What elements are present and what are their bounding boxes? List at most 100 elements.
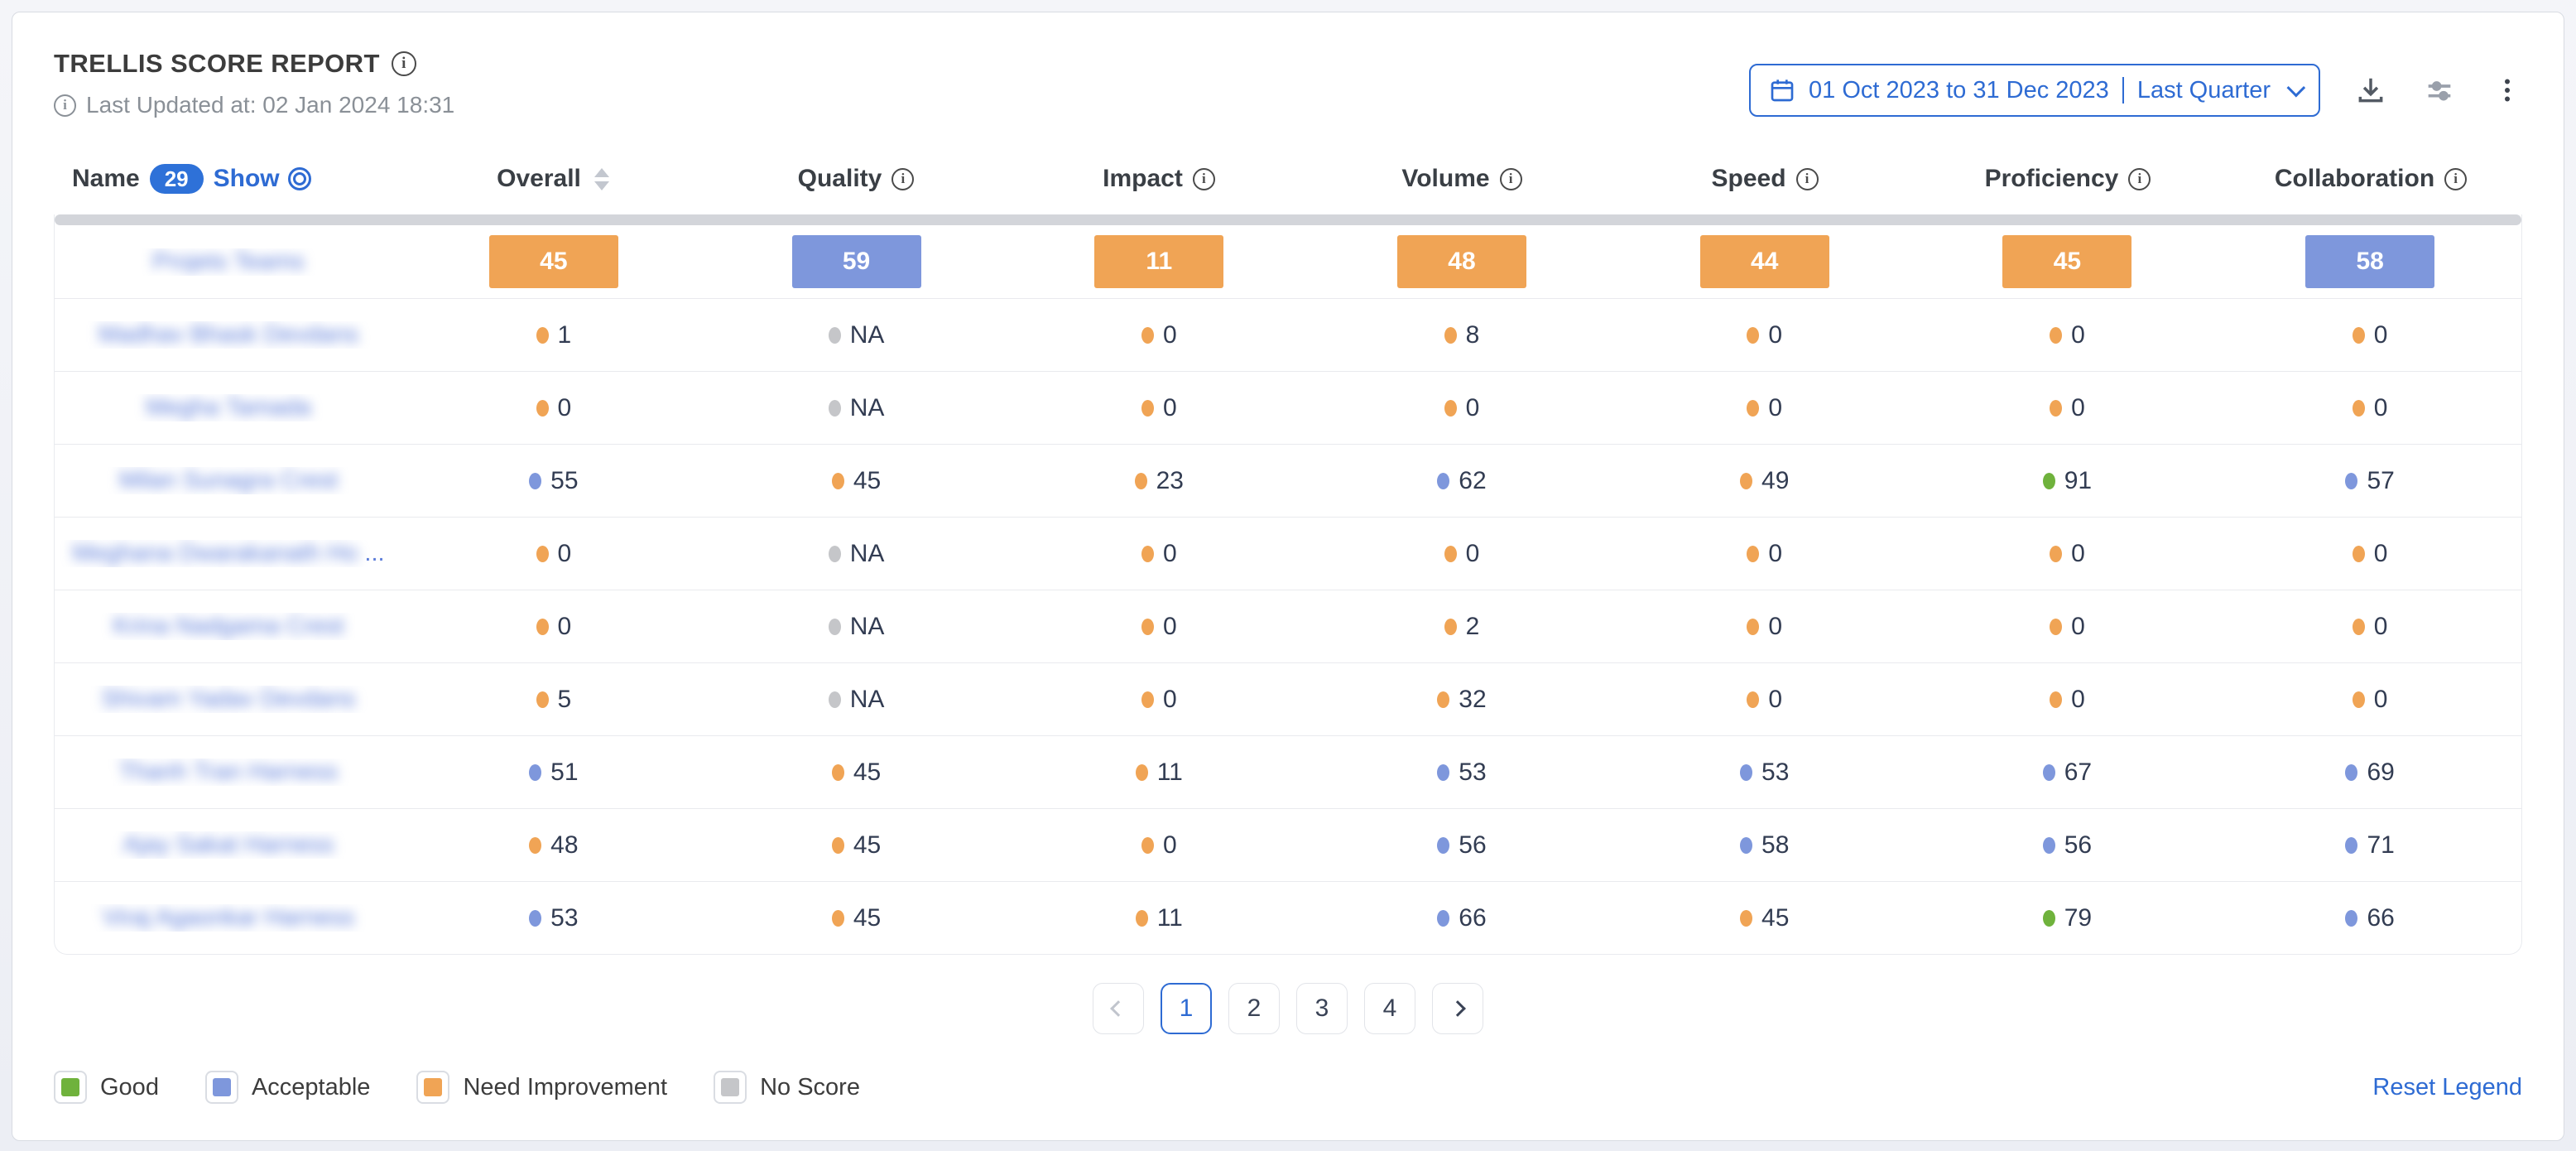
pagination-page-4[interactable]: 4 <box>1364 983 1415 1034</box>
row-name-link[interactable]: Madhav Bhask Devdans <box>55 321 402 349</box>
legend-item-acceptable[interactable]: Acceptable <box>205 1071 371 1104</box>
score-dot-need-improvement <box>1141 691 1154 708</box>
column-info-icon[interactable]: i <box>1796 168 1819 190</box>
score-value: 62 <box>1459 467 1486 495</box>
score-dot-need-improvement <box>536 327 549 344</box>
legend-bar: Good Acceptable Need Improvement No Score R… <box>54 1071 2522 1104</box>
score-value: 45 <box>853 759 881 787</box>
trellis-score-report-card: TRELLIS SCORE REPORT i i Last Updated at… <box>12 12 2564 1141</box>
score-cell: 71 <box>2218 831 2521 860</box>
score-value: 69 <box>2367 759 2394 787</box>
score-value: 79 <box>2064 904 2092 932</box>
pagination-page-2[interactable]: 2 <box>1228 983 1280 1034</box>
score-dot-need-improvement <box>1747 619 1759 635</box>
legend-checkbox[interactable] <box>54 1071 87 1104</box>
score-cell: 0 <box>1613 394 1916 422</box>
score-cell: 56 <box>1310 831 1613 860</box>
table-row: Milan Sunagra Crest55452362499157 <box>55 444 2521 517</box>
legend-item-no-score[interactable]: No Score <box>714 1071 860 1104</box>
score-cell: 45 <box>705 831 1008 860</box>
row-name-link[interactable]: Megha Tamada <box>55 394 402 421</box>
column-header-label: Overall <box>497 165 581 193</box>
column-info-icon[interactable]: i <box>892 168 914 190</box>
score-value: 0 <box>558 613 572 641</box>
column-header-impact: Impacti <box>1007 165 1310 193</box>
date-range-text: 01 Oct 2023 to 31 Dec 2023 <box>1809 77 2109 104</box>
row-name-link[interactable]: Meghana Dwarakanath Ho ... <box>55 540 402 567</box>
score-value: 91 <box>2064 467 2092 495</box>
sort-down-caret <box>594 181 609 190</box>
score-value: NA <box>850 321 885 349</box>
score-dot-need-improvement <box>2050 546 2062 562</box>
table-row: Projets Teams45591148444558 <box>55 225 2521 298</box>
score-cell: 8 <box>1310 321 1613 349</box>
reset-legend-link[interactable]: Reset Legend <box>2372 1074 2522 1101</box>
score-dot-need-improvement <box>2353 546 2365 562</box>
score-value: 56 <box>2064 831 2092 860</box>
row-name-link[interactable]: Thanh Tran Harness <box>55 759 402 786</box>
show-names-button[interactable]: Show <box>214 165 311 193</box>
score-dot-need-improvement <box>1444 400 1457 417</box>
score-value: NA <box>850 540 885 568</box>
row-name-link[interactable]: Projets Teams <box>55 248 402 276</box>
score-cell: 0 <box>1007 613 1310 641</box>
table-row: Viraj Agaonkar Harness53451166457966 <box>55 881 2521 954</box>
score-value: 0 <box>1163 831 1177 860</box>
download-button[interactable] <box>2355 75 2386 106</box>
column-info-icon[interactable]: i <box>2128 168 2151 190</box>
score-cell: 48 <box>1310 235 1613 288</box>
score-cell: 56 <box>1916 831 2219 860</box>
legend-item-need-improvement[interactable]: Need Improvement <box>416 1071 667 1104</box>
column-info-icon[interactable]: i <box>1500 168 1522 190</box>
calendar-icon <box>1769 77 1795 104</box>
score-dot-need-improvement <box>2353 327 2365 344</box>
sort-icon[interactable] <box>594 168 609 190</box>
score-dot-no-score <box>829 619 841 635</box>
score-value: 66 <box>2367 904 2394 932</box>
score-cell: 66 <box>1310 904 1613 932</box>
row-name-text: Projets Teams <box>152 248 304 275</box>
row-name-link[interactable]: Shivam Yadav Devdans <box>55 686 402 713</box>
date-range-picker[interactable]: 01 Oct 2023 to 31 Dec 2023 Last Quarter <box>1749 64 2320 117</box>
score-value: 32 <box>1459 686 1486 714</box>
row-name-link[interactable]: Milan Sunagra Crest <box>55 467 402 494</box>
pagination-page-3[interactable]: 3 <box>1296 983 1348 1034</box>
title-info-icon[interactable]: i <box>392 51 416 76</box>
score-value: 45 <box>853 904 881 932</box>
score-value: 0 <box>1768 394 1782 422</box>
score-value: 49 <box>1761 467 1789 495</box>
score-cell: 11 <box>1007 904 1310 932</box>
score-cell: 62 <box>1310 467 1613 495</box>
last-updated-info-icon: i <box>54 94 76 117</box>
pagination-next-button[interactable] <box>1432 983 1483 1034</box>
legend-item-good[interactable]: Good <box>54 1071 159 1104</box>
more-options-button[interactable] <box>2492 75 2522 105</box>
score-cell: 79 <box>1916 904 2219 932</box>
score-dot-need-improvement <box>1135 473 1147 489</box>
horizontal-scrollbar[interactable] <box>55 214 2521 225</box>
column-info-icon[interactable]: i <box>1193 168 1215 190</box>
widget-settings-button[interactable] <box>2423 74 2456 107</box>
row-name-link[interactable]: Ajay Sakat Harness <box>55 831 402 859</box>
score-badge: 48 <box>1397 235 1526 288</box>
score-cell: 0 <box>1007 394 1310 422</box>
legend-checkbox[interactable] <box>205 1071 238 1104</box>
sliders-icon <box>2423 74 2456 107</box>
column-header-overall[interactable]: Overall <box>401 165 704 193</box>
score-value: 0 <box>1466 394 1480 422</box>
column-info-icon[interactable]: i <box>2444 168 2467 190</box>
score-dot-need-improvement <box>536 400 549 417</box>
row-name-link[interactable]: Krina Nadgama Crest <box>55 613 402 640</box>
score-value: 23 <box>1156 467 1184 495</box>
score-cell: 11 <box>1007 759 1310 787</box>
legend-checkbox[interactable] <box>714 1071 747 1104</box>
score-dot-need-improvement <box>1444 619 1457 635</box>
row-name-link[interactable]: Viraj Agaonkar Harness <box>55 904 402 932</box>
legend-checkbox[interactable] <box>416 1071 449 1104</box>
score-cell: 0 <box>1916 540 2219 568</box>
score-dot-need-improvement <box>2050 619 2062 635</box>
score-value: 48 <box>550 831 578 860</box>
score-cell: 32 <box>1310 686 1613 714</box>
pagination-page-1[interactable]: 1 <box>1161 983 1212 1034</box>
pagination-prev-button[interactable] <box>1093 983 1144 1034</box>
